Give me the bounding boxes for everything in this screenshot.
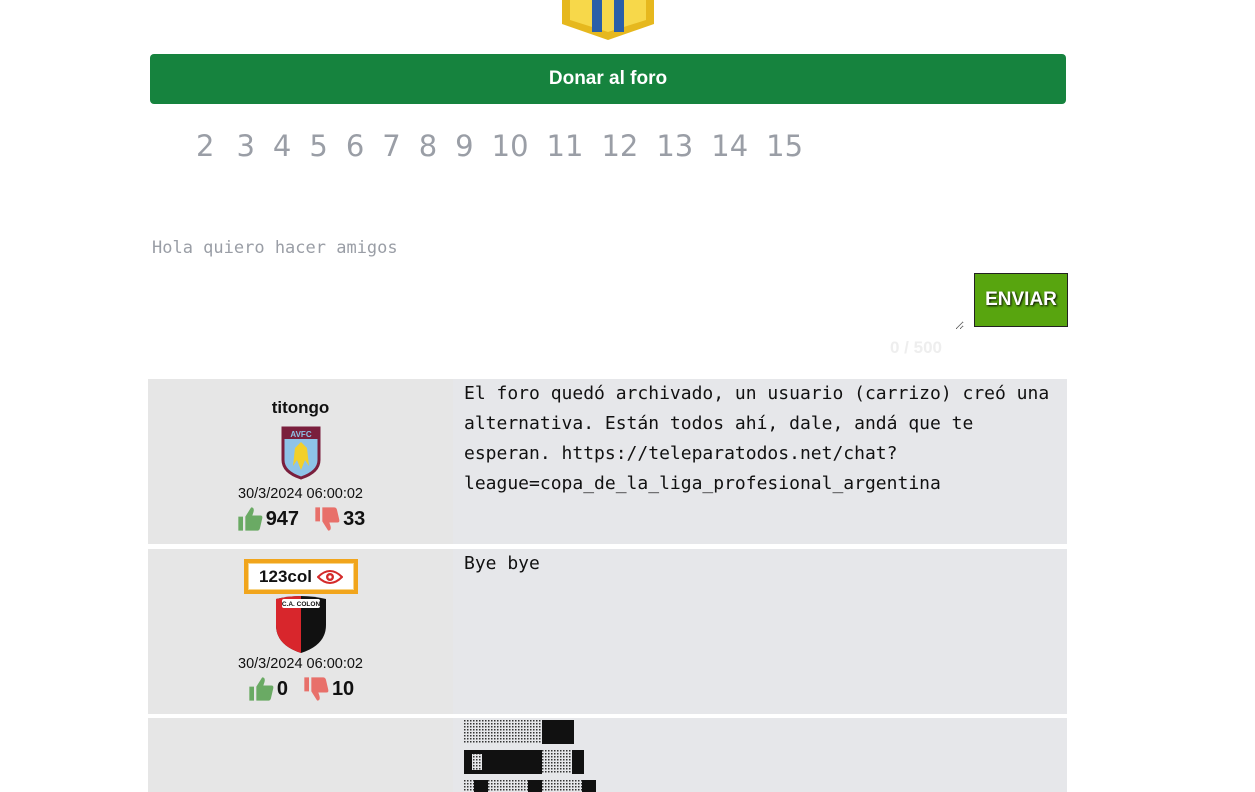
page-link-7[interactable]: 7 — [382, 126, 400, 166]
username[interactable]: titongo — [148, 398, 453, 418]
page-link-4[interactable]: 4 — [273, 126, 291, 166]
post — [148, 718, 1067, 792]
post: titongo AVFC 30/3/2024 06:00:02 947 33 E… — [148, 379, 1067, 544]
dislike-button[interactable] — [302, 675, 330, 703]
dislike-button[interactable] — [313, 505, 341, 533]
aston-villa-crest-icon: AVFC — [281, 426, 321, 480]
page-link-5[interactable]: 5 — [309, 126, 327, 166]
page-link-12[interactable]: 12 — [601, 126, 638, 166]
thumbs-down-icon — [304, 677, 329, 701]
page-link-10[interactable]: 10 — [492, 126, 529, 166]
username-badge[interactable]: 123col — [244, 559, 358, 594]
dislike-count: 33 — [343, 507, 366, 530]
page-link-9[interactable]: 9 — [455, 126, 473, 166]
colon-crest-icon: C.A. COLON — [276, 596, 326, 653]
post-text: El foro quedó archivado, un usuario (car… — [464, 383, 1050, 494]
dislike-count: 10 — [331, 677, 355, 700]
post-date: 30/3/2024 06:00:02 — [238, 656, 363, 672]
eye-icon — [316, 569, 343, 584]
like-count: 0 — [276, 677, 288, 700]
post-body: El foro quedó archivado, un usuario (car… — [453, 379, 1067, 544]
svg-text:C.A. COLON: C.A. COLON — [282, 601, 321, 608]
post-author: titongo AVFC 30/3/2024 06:00:02 947 33 — [148, 379, 453, 544]
page-link-6[interactable]: 6 — [346, 126, 364, 166]
forum-logo-icon — [562, 0, 654, 40]
like-button[interactable] — [236, 505, 264, 533]
post-author: 123col C.A. COLON 30/3/2024 06:00:02 0 1… — [148, 549, 453, 714]
post-body: Bye bye — [453, 549, 1067, 714]
page-link-11[interactable]: 11 — [547, 126, 584, 166]
thumbs-up-icon — [238, 507, 263, 531]
page-link-14[interactable]: 14 — [711, 126, 748, 166]
like-button[interactable] — [247, 675, 275, 703]
character-counter: 0 / 500 — [890, 338, 942, 357]
message-input[interactable] — [148, 234, 964, 330]
username: 123col — [259, 566, 312, 586]
post-votes: 0 10 — [148, 675, 453, 703]
send-button[interactable]: ENVIAR — [974, 273, 1068, 327]
svg-text:AVFC: AVFC — [290, 430, 311, 439]
page-link-13[interactable]: 13 — [656, 126, 693, 166]
page-link-8[interactable]: 8 — [419, 126, 437, 166]
page-link-3[interactable]: 3 — [236, 126, 254, 166]
thumbs-down-icon — [315, 507, 340, 531]
pixel-art-image — [464, 720, 596, 792]
post-date: 30/3/2024 06:00:02 — [238, 486, 363, 502]
thumbs-up-icon — [249, 677, 274, 701]
page-link-15[interactable]: 15 — [766, 126, 803, 166]
post-text: Bye bye — [464, 553, 540, 574]
like-count: 947 — [265, 507, 300, 530]
page-link-2[interactable]: 2 — [196, 126, 214, 166]
pagination: 2 3 4 5 6 7 8 9 10 11 12 13 14 15 — [196, 126, 821, 166]
post-body — [453, 718, 1067, 792]
post: 123col C.A. COLON 30/3/2024 06:00:02 0 1… — [148, 549, 1067, 714]
donate-button[interactable]: Donar al foro — [150, 54, 1066, 104]
post-author — [148, 718, 453, 792]
post-votes: 947 33 — [148, 505, 453, 533]
